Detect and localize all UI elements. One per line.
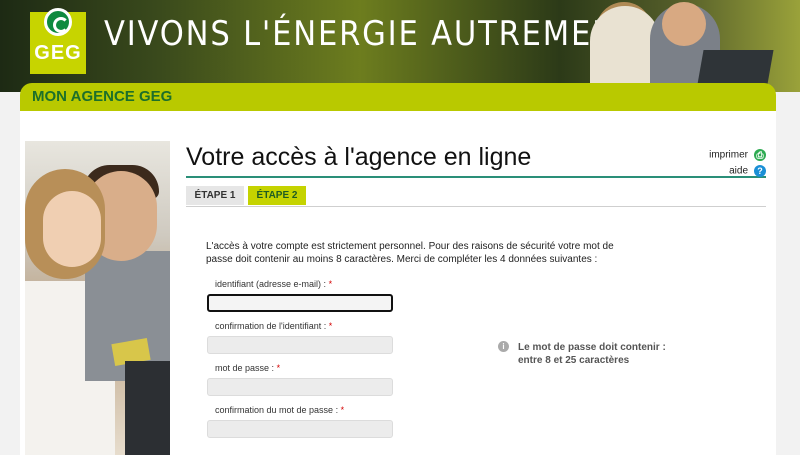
step-tabs: ÉTAPE 1 ÉTAPE 2 [186, 186, 766, 207]
help-label: aide [729, 165, 748, 177]
page-title: Votre accès à l'agence en ligne [186, 143, 532, 171]
help-icon: ? [754, 165, 766, 177]
logo-emblem-icon [44, 8, 72, 36]
geg-logo[interactable]: GEG [30, 8, 86, 74]
email-confirm-field[interactable] [207, 336, 393, 354]
email-label: identifiant (adresse e-mail) : * [215, 279, 333, 289]
side-photo [25, 141, 170, 455]
password-confirm-field[interactable] [207, 420, 393, 438]
tab-step-1[interactable]: ÉTAPE 1 [186, 186, 244, 205]
agency-title[interactable]: MON AGENCE GEG [32, 88, 172, 105]
hint-line-1: Le mot de passe doit contenir : [518, 342, 666, 353]
password-label: mot de passe : * [215, 363, 281, 373]
printer-icon: ⎙ [754, 149, 766, 161]
header-photo [570, 0, 780, 92]
email-confirm-label: confirmation de l'identifiant : * [215, 321, 333, 331]
logo-text: GEG [34, 42, 82, 64]
password-confirm-label: confirmation du mot de passe : * [215, 405, 345, 415]
tab-step-2[interactable]: ÉTAPE 2 [248, 186, 306, 205]
info-icon: i [498, 341, 509, 352]
header-banner: GEG VIVONS L'ÉNERGIE AUTREMENT [0, 0, 800, 92]
agency-nav-bar: MON AGENCE GEG [20, 83, 776, 111]
email-field[interactable] [207, 294, 393, 312]
print-label: imprimer [709, 149, 748, 161]
print-link[interactable]: imprimer ⎙ [709, 149, 766, 161]
hint-line-2: entre 8 et 25 caractères [518, 355, 630, 366]
intro-text: L'accès à votre compte est strictement p… [206, 241, 614, 265]
content-frame: Votre accès à l'agence en ligne imprimer… [20, 111, 776, 455]
password-field[interactable] [207, 378, 393, 396]
header-tagline: VIVONS L'ÉNERGIE AUTREMENT [104, 14, 638, 54]
help-link[interactable]: aide? [729, 165, 766, 177]
title-divider [186, 176, 766, 178]
password-hint: i Le mot de passe doit contenir : entre … [498, 341, 666, 367]
